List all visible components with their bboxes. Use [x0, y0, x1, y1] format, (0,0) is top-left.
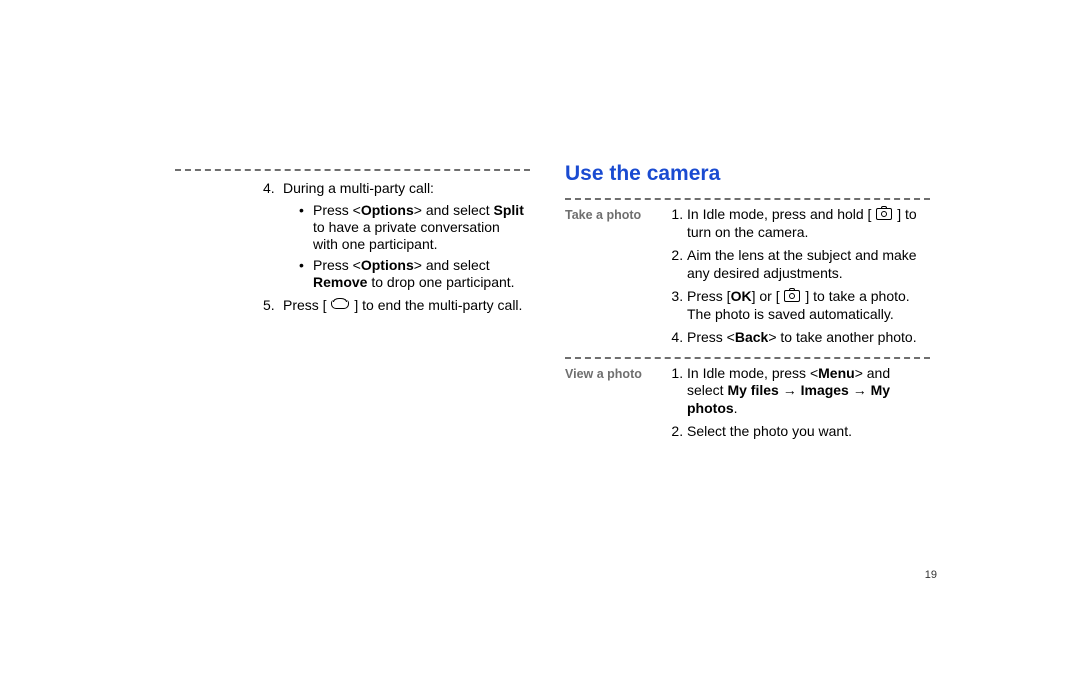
t: to drop one participant.	[367, 274, 514, 290]
remove-label: Remove	[313, 274, 367, 290]
t: > and select	[414, 257, 490, 273]
take-a-photo-steps: In Idle mode, press and hold [ ] to turn…	[669, 206, 930, 353]
left-column: During a multi-party call: Press <Option…	[175, 180, 525, 320]
view-a-photo-block: View a photo In Idle mode, press <Menu> …	[565, 365, 930, 447]
ok-label: OK	[731, 288, 752, 304]
t: ] to end the multi-party call.	[350, 297, 522, 313]
t: Press [	[283, 297, 330, 313]
t: > and select	[414, 202, 494, 218]
options-label: Options	[361, 257, 414, 273]
view-a-photo-steps: In Idle mode, press <Menu> and select My…	[669, 365, 930, 447]
view-step-1: In Idle mode, press <Menu> and select My…	[687, 365, 930, 418]
t: In Idle mode, press <	[687, 365, 818, 381]
t: Press <	[313, 202, 361, 218]
menu-label: Menu	[818, 365, 855, 381]
divider	[565, 198, 930, 200]
end-call-icon	[331, 300, 349, 309]
sub-remove: Press <Options> and select Remove to dro…	[313, 257, 525, 291]
t: Press [	[687, 288, 731, 304]
take-step-4: Press <Back> to take another photo.	[687, 329, 930, 347]
step-4: During a multi-party call: Press <Option…	[283, 180, 525, 291]
split-label: Split	[494, 202, 524, 218]
take-step-3: Press [OK] or [ ] to take a photo. The p…	[687, 288, 930, 323]
take-step-2: Aim the lens at the subject and make any…	[687, 247, 930, 282]
sub-split: Press <Options> and select Split to have…	[313, 202, 525, 253]
t: > to take another photo.	[768, 329, 916, 345]
page-number: 19	[925, 569, 937, 581]
take-a-photo-label: Take a photo	[565, 206, 669, 353]
take-a-photo-block: Take a photo In Idle mode, press and hol…	[565, 206, 930, 353]
take-step-1: In Idle mode, press and hold [ ] to turn…	[687, 206, 930, 241]
camera-icon	[876, 208, 892, 220]
camera-icon	[784, 290, 800, 302]
view-step-2: Select the photo you want.	[687, 423, 930, 441]
t: Press <	[687, 329, 735, 345]
back-label: Back	[735, 329, 768, 345]
step-5: Press [ ] to end the multi-party call.	[283, 297, 525, 315]
t: ] or [	[752, 288, 784, 304]
divider	[565, 357, 930, 359]
section-heading: Use the camera	[565, 162, 930, 186]
right-column: Use the camera Take a photo In Idle mode…	[565, 162, 930, 447]
t: Press <	[313, 257, 361, 273]
step4-intro: During a multi-party call:	[283, 180, 434, 196]
options-label: Options	[361, 202, 414, 218]
t: In Idle mode, press and hold [	[687, 206, 875, 222]
manual-page: During a multi-party call: Press <Option…	[0, 0, 1080, 696]
view-a-photo-label: View a photo	[565, 365, 669, 447]
step4-sublist: Press <Options> and select Split to have…	[283, 202, 525, 291]
divider	[175, 169, 530, 175]
left-step-list: During a multi-party call: Press <Option…	[175, 180, 525, 314]
t: .	[734, 400, 738, 416]
t: to have a private conversation with one …	[313, 219, 500, 252]
